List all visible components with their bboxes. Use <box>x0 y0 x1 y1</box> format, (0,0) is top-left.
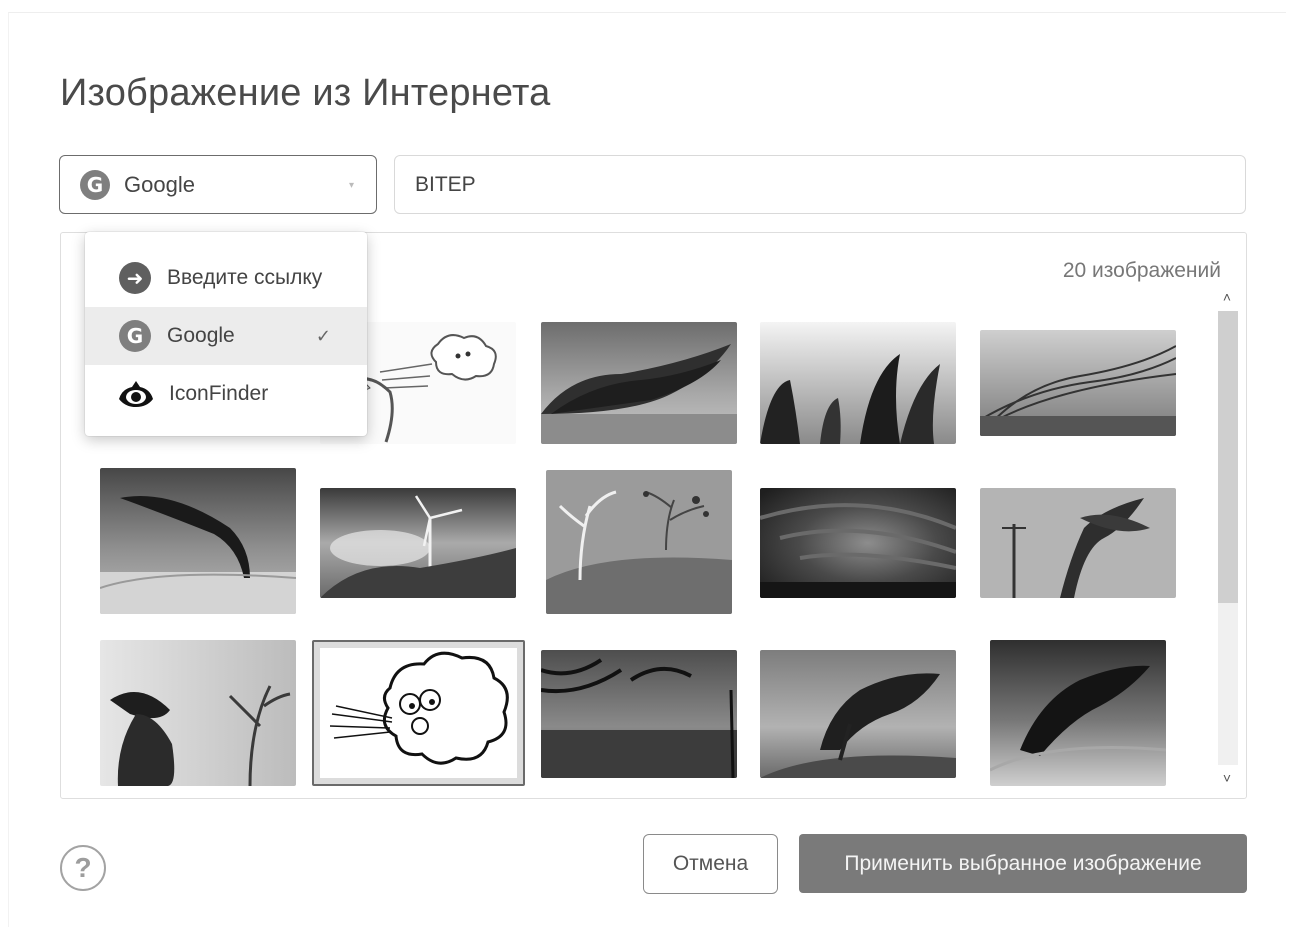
dropdown-item-label: IconFinder <box>169 382 269 405</box>
checkmark-icon: ✓ <box>315 325 331 346</box>
scroll-track[interactable] <box>1218 311 1238 765</box>
image-thumbnail[interactable] <box>541 322 737 444</box>
chevron-down-icon: ▾ <box>348 180 354 191</box>
google-g-icon: G <box>119 320 151 352</box>
image-thumbnail[interactable] <box>541 650 737 778</box>
image-thumbnail-selected[interactable] <box>312 640 525 786</box>
image-thumbnail[interactable] <box>990 640 1166 786</box>
search-input[interactable] <box>394 155 1246 214</box>
image-thumbnail[interactable] <box>980 330 1176 436</box>
image-thumbnail[interactable] <box>100 640 296 786</box>
image-thumbnail[interactable] <box>320 488 516 598</box>
dropdown-item-enter-link[interactable]: ➜ Введите ссылку <box>85 249 367 307</box>
image-thumbnail[interactable] <box>100 468 296 614</box>
image-thumbnail[interactable] <box>760 488 956 598</box>
provider-dropdown-menu: ➜ Введите ссылку G Google ✓ IconFinder <box>85 232 367 436</box>
provider-select-label: Google <box>124 171 195 197</box>
image-thumbnail[interactable] <box>760 650 956 778</box>
help-icon[interactable]: ? <box>60 845 106 891</box>
cancel-button[interactable]: Отмена <box>643 834 778 894</box>
results-scrollbar[interactable]: ˄ ˅ <box>1213 285 1241 790</box>
apply-selected-image-button[interactable]: Применить выбранное изображение <box>799 834 1247 893</box>
scroll-thumb[interactable] <box>1218 311 1238 603</box>
dropdown-item-google[interactable]: G Google ✓ <box>85 307 367 365</box>
scroll-down-icon[interactable]: ˅ <box>1213 766 1241 790</box>
dialog-title: Изображение из Интернета <box>60 72 551 114</box>
image-thumbnail[interactable] <box>546 470 732 614</box>
dropdown-item-iconfinder[interactable]: IconFinder <box>85 365 367 423</box>
image-count: 20 изображений <box>1062 259 1221 282</box>
image-thumbnail[interactable] <box>760 322 956 444</box>
image-thumbnail[interactable] <box>980 488 1176 598</box>
scroll-up-icon[interactable]: ˄ <box>1213 285 1241 309</box>
arrow-right-circle-icon: ➜ <box>119 262 151 294</box>
provider-select[interactable]: G Google ▾ <box>59 155 377 214</box>
dropdown-item-label: Google <box>167 324 235 347</box>
dropdown-item-label: Введите ссылку <box>167 266 323 289</box>
google-g-icon: G <box>80 169 110 200</box>
iconfinder-eye-icon <box>119 381 153 407</box>
